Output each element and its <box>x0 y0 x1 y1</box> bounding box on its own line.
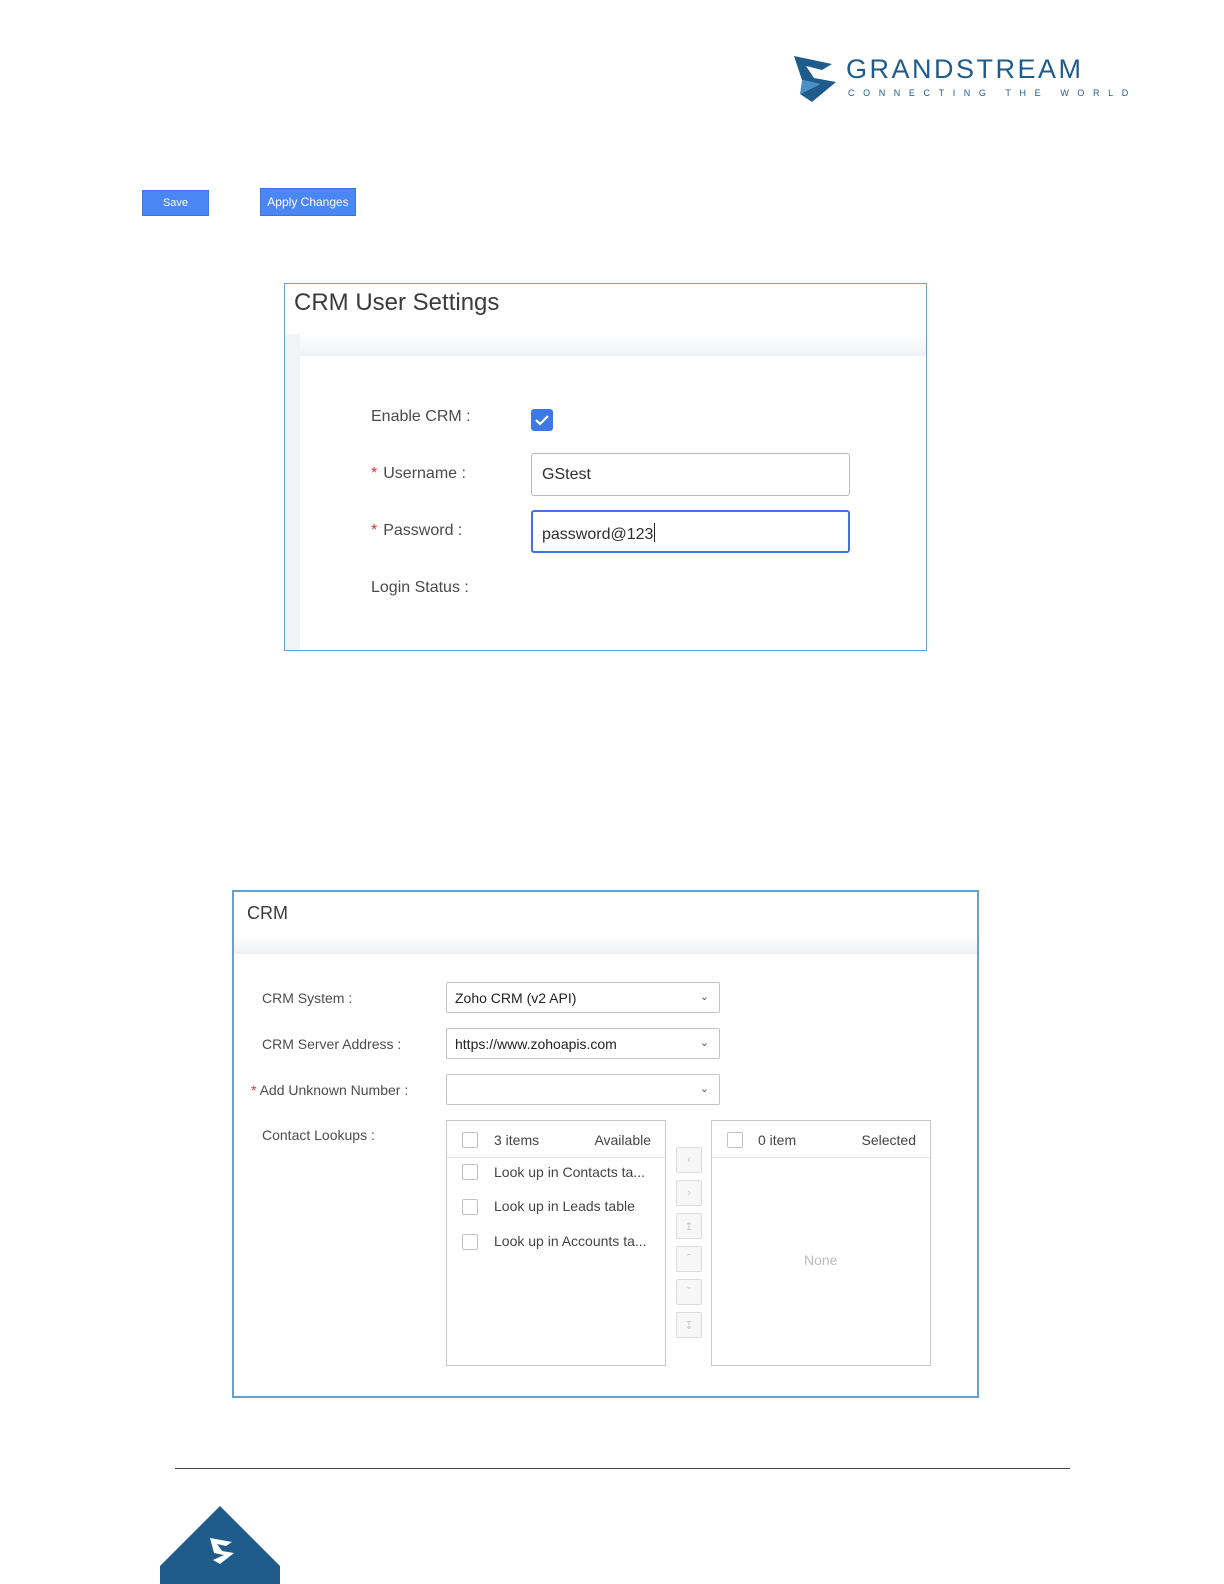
add-unknown-number-label-text: Add Unknown Number : <box>259 1082 409 1098</box>
move-down-icon: ˇ <box>687 1286 691 1298</box>
add-unknown-number-select[interactable]: ⌄ <box>446 1074 720 1105</box>
logo-tagline: CONNECTING THE WORLD <box>848 88 1137 98</box>
empty-state-text: None <box>804 1252 838 1268</box>
crm-panel: CRM CRM System : Zoho CRM (v2 API) ⌄ CRM… <box>232 890 979 1398</box>
crm-server-address-label: CRM Server Address : <box>262 1036 402 1052</box>
move-top-icon: ↥ <box>684 1220 694 1233</box>
grandstream-logo: GRANDSTREAM CONNECTING THE WORLD <box>790 52 1128 104</box>
required-asterisk: * <box>371 465 378 482</box>
grandstream-logo-icon <box>794 56 836 102</box>
crm-system-select[interactable]: Zoho CRM (v2 API) ⌄ <box>446 982 720 1013</box>
list-item-checkbox[interactable] <box>462 1199 478 1215</box>
move-down-button[interactable]: ˇ <box>676 1279 702 1305</box>
chevron-down-icon: ⌄ <box>699 1083 709 1095</box>
chevron-left-icon: ‹ <box>687 1154 691 1166</box>
list-item-checkbox[interactable] <box>462 1234 478 1250</box>
crm-server-address-value: https://www.zohoapis.com <box>455 1036 617 1052</box>
password-label: * Password : <box>371 522 462 540</box>
required-asterisk: * <box>251 1082 257 1098</box>
password-input[interactable]: password@123 <box>531 510 850 553</box>
username-input[interactable]: GStest <box>531 453 850 496</box>
logo-brand-text: GRANDSTREAM <box>846 54 1084 84</box>
move-up-icon: ˆ <box>687 1253 691 1265</box>
chevron-down-icon: ⌄ <box>699 991 709 1003</box>
available-title: Available <box>594 1132 651 1148</box>
add-unknown-number-label: * Add Unknown Number : <box>251 1082 408 1098</box>
save-button[interactable]: Save <box>142 190 209 216</box>
list-item-label: Look up in Leads table <box>494 1198 635 1214</box>
available-transfer-list: 3 items Available Look up in Contacts ta… <box>446 1120 666 1366</box>
move-top-button[interactable]: ↥ <box>676 1213 702 1239</box>
list-item-label: Look up in Accounts ta... <box>494 1233 647 1249</box>
required-asterisk: * <box>371 522 378 539</box>
selected-title: Selected <box>861 1132 916 1148</box>
available-list-header: 3 items Available <box>447 1121 665 1158</box>
chevron-down-icon: ⌄ <box>699 1037 709 1049</box>
checkmark-icon <box>535 415 549 426</box>
crm-system-value: Zoho CRM (v2 API) <box>455 990 577 1006</box>
selected-transfer-list: 0 item Selected None <box>711 1120 931 1366</box>
selected-list-header: 0 item Selected <box>712 1121 930 1158</box>
available-count: 3 items <box>494 1132 540 1148</box>
text-cursor <box>654 523 656 542</box>
list-item-checkbox[interactable] <box>462 1164 478 1180</box>
panel-title: CRM <box>247 903 288 923</box>
list-item-label: Look up in Contacts ta... <box>494 1164 645 1180</box>
move-up-button[interactable]: ˆ <box>676 1246 702 1272</box>
footer-logo-icon <box>160 1506 280 1584</box>
username-label-text: Username : <box>383 465 466 482</box>
move-bottom-button[interactable]: ↧ <box>676 1312 702 1338</box>
username-value: GStest <box>542 466 591 483</box>
apply-changes-button[interactable]: Apply Changes <box>260 188 356 216</box>
selected-count: 0 item <box>758 1132 797 1148</box>
header-divider <box>285 334 926 356</box>
header-divider <box>234 936 977 954</box>
panel-title: CRM User Settings <box>294 289 500 316</box>
panel-left-gutter <box>285 334 300 650</box>
enable-crm-label: Enable CRM : <box>371 408 471 425</box>
available-select-all-checkbox[interactable] <box>462 1132 478 1148</box>
move-left-button[interactable]: ‹ <box>676 1147 702 1173</box>
move-bottom-icon: ↧ <box>684 1319 694 1332</box>
enable-crm-checkbox[interactable] <box>531 409 553 431</box>
selected-select-all-checkbox[interactable] <box>727 1132 743 1148</box>
login-status-label: Login Status : <box>371 579 469 596</box>
crm-user-settings-panel: CRM User Settings Enable CRM : * Username… <box>284 283 927 651</box>
move-right-button[interactable]: › <box>676 1180 702 1206</box>
password-label-text: Password : <box>383 522 463 539</box>
password-value: password@123 <box>542 526 654 543</box>
crm-server-address-select[interactable]: https://www.zohoapis.com ⌄ <box>446 1028 720 1059</box>
crm-system-label: CRM System : <box>262 990 353 1006</box>
username-label: * Username : <box>371 465 466 483</box>
footer-divider <box>175 1468 1070 1469</box>
contact-lookups-label: Contact Lookups : <box>262 1127 375 1143</box>
chevron-right-icon: › <box>687 1187 691 1199</box>
